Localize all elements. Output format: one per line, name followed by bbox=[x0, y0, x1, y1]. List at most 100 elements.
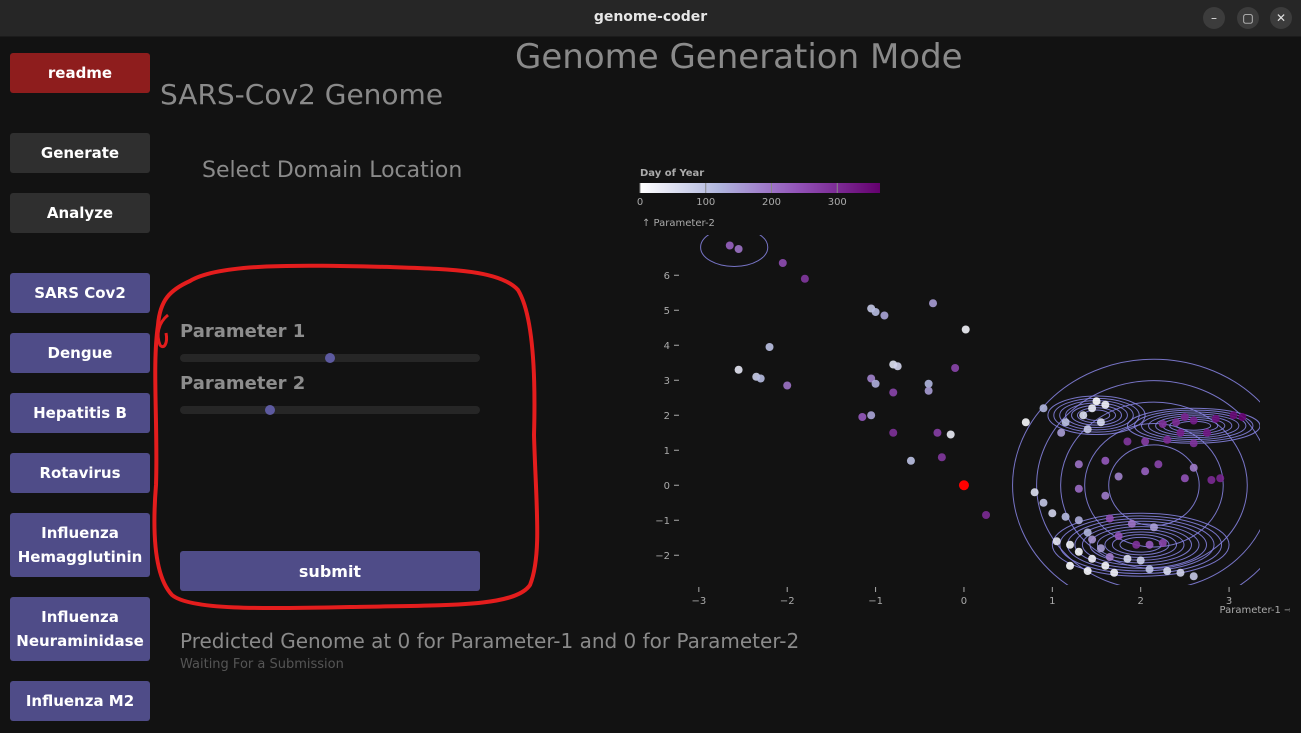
data-point bbox=[734, 365, 743, 374]
data-point bbox=[1096, 544, 1105, 553]
data-point bbox=[1057, 428, 1066, 437]
data-point bbox=[1172, 418, 1181, 427]
y-tick-label: 5 bbox=[664, 306, 670, 317]
data-point bbox=[734, 245, 743, 253]
data-point bbox=[1189, 463, 1198, 472]
data-point bbox=[1088, 535, 1097, 544]
data-point bbox=[1088, 554, 1097, 563]
data-point bbox=[800, 274, 809, 283]
data-point bbox=[1030, 488, 1039, 497]
data-point bbox=[1092, 397, 1101, 406]
data-point bbox=[1216, 474, 1225, 483]
data-point bbox=[1141, 437, 1150, 446]
data-point bbox=[871, 308, 880, 316]
y-tick-label: 3 bbox=[664, 376, 670, 387]
data-point bbox=[1061, 512, 1070, 521]
y-tick-label: 0 bbox=[664, 481, 670, 492]
y-axis-label: ↑ Parameter-2 bbox=[642, 218, 715, 229]
domain-chart[interactable]: Generative Model DomainDay of Year010020… bbox=[620, 160, 1290, 620]
density-contour bbox=[1071, 404, 1123, 426]
x-tick-label: 2 bbox=[1138, 596, 1144, 607]
data-point bbox=[1123, 554, 1132, 563]
plot-area bbox=[700, 235, 1260, 585]
influenza-neuraminidase-button[interactable]: Influenza Neuraminidase bbox=[10, 597, 150, 661]
data-point bbox=[906, 456, 915, 465]
colorbar-title: Day of Year bbox=[640, 168, 704, 179]
data-point bbox=[871, 379, 880, 388]
minimize-icon[interactable]: – bbox=[1203, 7, 1225, 29]
selected-point-marker bbox=[958, 480, 969, 491]
data-point bbox=[1158, 420, 1167, 428]
data-point bbox=[1189, 416, 1198, 425]
data-point bbox=[1079, 411, 1088, 420]
readme-button[interactable]: readme bbox=[10, 53, 150, 93]
data-point bbox=[946, 430, 955, 439]
data-point bbox=[933, 428, 942, 437]
data-point bbox=[1136, 556, 1145, 565]
data-point bbox=[1039, 498, 1048, 507]
data-point bbox=[756, 374, 765, 383]
influenza-hemagglutinin-button[interactable]: Influenza Hemagglutinin bbox=[10, 513, 150, 577]
rotavirus-button[interactable]: Rotavirus bbox=[10, 453, 150, 493]
data-point bbox=[1211, 414, 1220, 423]
data-point bbox=[1021, 418, 1030, 427]
x-tick-label: 0 bbox=[961, 596, 967, 607]
data-point bbox=[1189, 439, 1198, 448]
maximize-icon[interactable]: ▢ bbox=[1237, 7, 1259, 29]
x-tick-label: −2 bbox=[780, 596, 795, 607]
data-point bbox=[951, 364, 960, 372]
hepatitis-b-button[interactable]: Hepatitis B bbox=[10, 393, 150, 433]
generate-button[interactable]: Generate bbox=[10, 133, 150, 173]
data-point bbox=[1048, 509, 1057, 518]
data-point bbox=[937, 453, 946, 462]
y-tick-label: 2 bbox=[664, 411, 670, 422]
predicted-genome-text: Predicted Genome at 0 for Parameter-1 an… bbox=[180, 629, 800, 653]
data-point bbox=[1180, 474, 1189, 483]
data-point bbox=[1163, 567, 1172, 575]
submit-button[interactable]: submit bbox=[180, 551, 480, 591]
data-point bbox=[1189, 572, 1198, 581]
page-title: Genome Generation Mode bbox=[515, 37, 963, 77]
data-point bbox=[1074, 484, 1083, 493]
x-tick-label: 1 bbox=[1049, 596, 1055, 607]
data-point bbox=[889, 428, 898, 437]
data-point bbox=[1114, 472, 1123, 481]
colorbar-tick-label: 300 bbox=[828, 197, 847, 208]
data-point bbox=[1061, 418, 1070, 427]
influenza-m2-button[interactable]: Influenza M2 bbox=[10, 681, 150, 721]
parameter-2-slider[interactable] bbox=[180, 405, 480, 415]
data-point bbox=[1149, 523, 1158, 532]
data-point bbox=[1083, 425, 1092, 434]
data-point bbox=[778, 259, 787, 267]
data-point bbox=[1101, 456, 1110, 465]
density-contour bbox=[1059, 515, 1223, 575]
analyze-button[interactable]: Analyze bbox=[10, 193, 150, 233]
data-point bbox=[725, 241, 734, 250]
y-tick-label: −2 bbox=[655, 551, 670, 562]
data-point bbox=[858, 413, 867, 421]
data-point bbox=[1123, 437, 1132, 446]
data-point bbox=[929, 299, 938, 308]
data-point bbox=[1074, 547, 1083, 556]
data-point bbox=[924, 386, 933, 395]
data-point bbox=[867, 411, 876, 420]
data-point bbox=[1074, 516, 1083, 525]
data-point bbox=[1110, 568, 1119, 577]
data-point bbox=[961, 325, 970, 334]
data-point bbox=[783, 381, 792, 390]
data-point bbox=[1096, 418, 1105, 427]
data-point bbox=[1066, 561, 1074, 570]
sars-cov2-button[interactable]: SARS Cov2 bbox=[10, 273, 150, 313]
close-icon[interactable]: ✕ bbox=[1270, 7, 1292, 29]
x-axis-label: Parameter-1 → bbox=[1220, 605, 1290, 616]
data-point bbox=[1101, 491, 1110, 500]
data-point bbox=[1088, 404, 1097, 413]
data-point bbox=[1202, 428, 1211, 437]
dengue-button[interactable]: Dengue bbox=[10, 333, 150, 373]
data-point bbox=[1039, 404, 1048, 413]
parameter-1-slider[interactable] bbox=[180, 353, 480, 363]
parameter-1-slider-thumb[interactable] bbox=[325, 353, 335, 363]
data-point bbox=[1132, 540, 1141, 549]
data-point bbox=[889, 388, 898, 397]
parameter-2-slider-thumb[interactable] bbox=[265, 405, 275, 415]
